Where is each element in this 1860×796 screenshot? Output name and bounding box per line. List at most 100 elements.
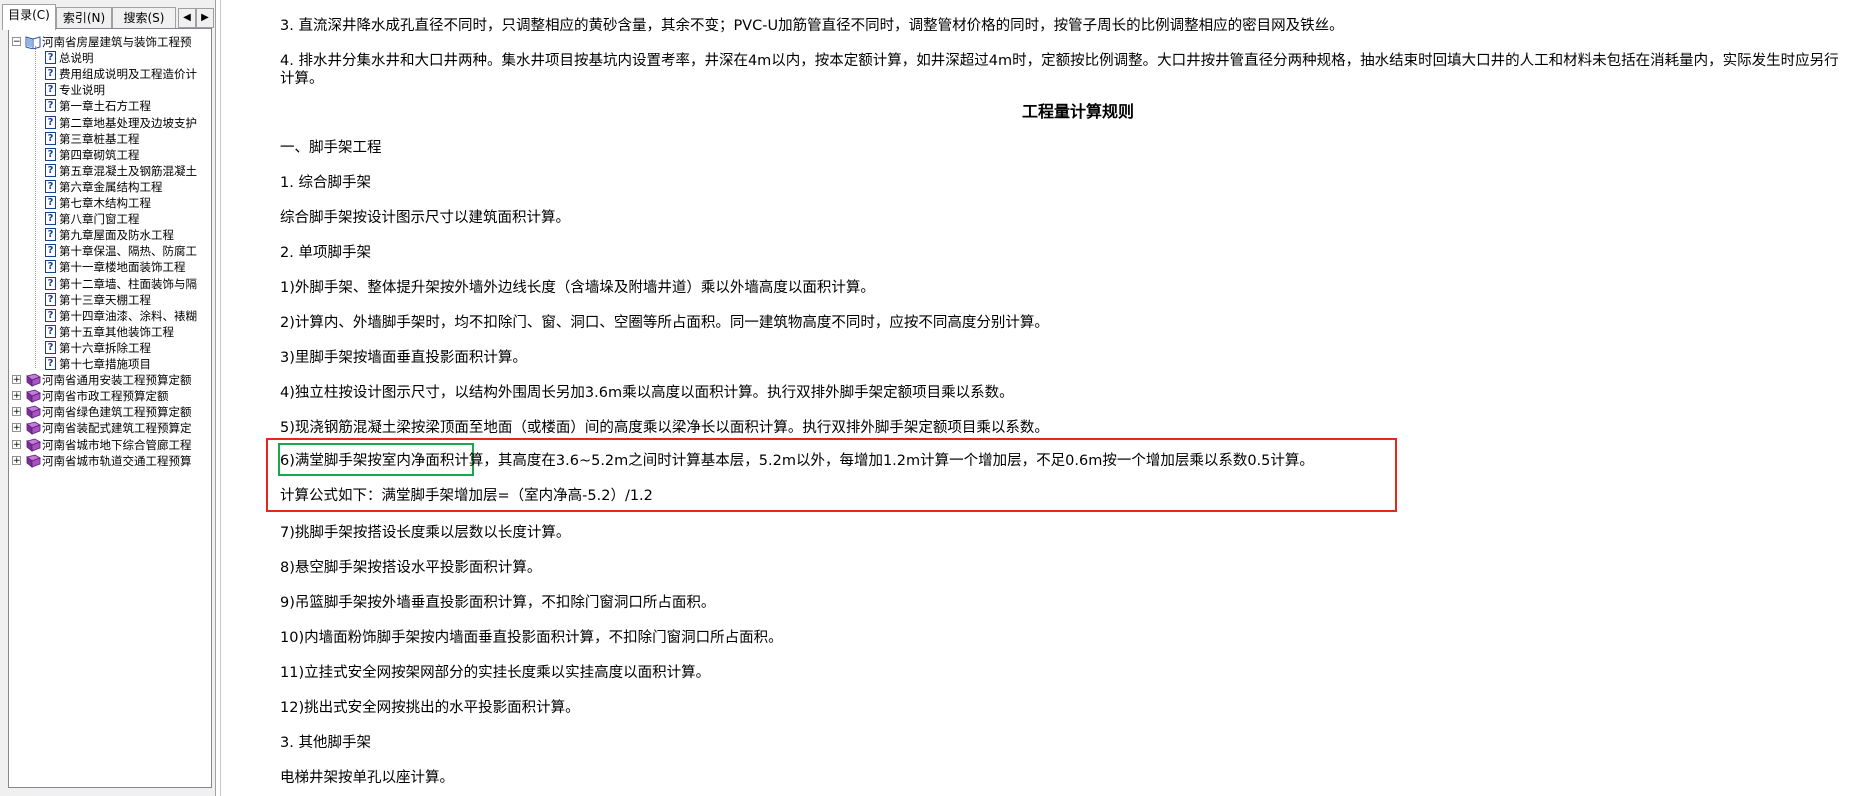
rule-6: 6)满堂脚手架按室内净面积计算，其高度在3.6~5.2m之间时计算基本层，5.2… bbox=[280, 453, 1314, 469]
tree-item-topic[interactable]: ? 第七章木结构工程 bbox=[9, 195, 211, 211]
tree-item-topic[interactable]: ? 第八章门窗工程 bbox=[9, 211, 211, 227]
help-topic-icon: ? bbox=[45, 212, 56, 226]
tree-item-book[interactable]: + 河南省装配式建筑工程预算定 bbox=[9, 420, 211, 436]
tree-item-label: 河南省市政工程预算定额 bbox=[42, 389, 169, 404]
tree-item-label: 河南省绿色建筑工程预算定额 bbox=[42, 405, 192, 420]
tree-item-label: 第十六章拆除工程 bbox=[59, 340, 151, 355]
expand-icon[interactable]: + bbox=[12, 375, 21, 385]
tree-item-topic[interactable]: ? 费用组成说明及工程造价计 bbox=[9, 66, 211, 82]
expand-icon[interactable]: + bbox=[12, 423, 21, 433]
help-topic-icon: ? bbox=[45, 67, 56, 81]
tree-item-label: 第五章混凝土及钢筋混凝土 bbox=[59, 163, 197, 178]
tree-item-book[interactable]: + 河南省城市地下综合管廊工程 bbox=[9, 437, 211, 453]
tree-item-label: 第三章桩基工程 bbox=[59, 131, 140, 146]
tab-scroll-left-icon[interactable]: ◀ bbox=[178, 8, 196, 28]
closed-book-icon bbox=[25, 389, 41, 404]
tab-search[interactable]: 搜索(S) bbox=[112, 7, 176, 29]
rule-3: 3)里脚手架按墙面垂直投影面积计算。 bbox=[280, 350, 527, 366]
tree-item-book[interactable]: + 河南省城市轨道交通工程预算 bbox=[9, 453, 211, 469]
tree-item-topic[interactable]: ? 第六章金属结构工程 bbox=[9, 179, 211, 195]
expand-icon[interactable]: + bbox=[12, 391, 21, 401]
tree-item-book[interactable]: + 河南省市政工程预算定额 bbox=[9, 388, 211, 404]
tree-item-label: 第八章门窗工程 bbox=[59, 212, 140, 227]
tree-item-topic[interactable]: ? 第二章地基处理及边坡支护 bbox=[9, 115, 211, 131]
tree-item-topic[interactable]: ? 第九章屋面及防水工程 bbox=[9, 227, 211, 243]
rule-6-formula: 计算公式如下：满堂脚手架增加层=（室内净高-5.2）/1.2 bbox=[280, 488, 653, 504]
closed-book-icon bbox=[25, 438, 41, 452]
comprehensive-scaffold-title: 1. 综合脚手架 bbox=[280, 175, 371, 191]
tree-item-label: 河南省通用安装工程预算定额 bbox=[42, 373, 192, 388]
nav-tab-strip: 目录(C) 索引(N) 搜索(S) ◀ ▶ bbox=[2, 4, 214, 30]
help-topic-icon: ? bbox=[45, 196, 56, 209]
tree-item-label: 河南省装配式建筑工程预算定 bbox=[42, 421, 192, 436]
help-topic-icon: ? bbox=[45, 308, 56, 322]
tree-item-topic[interactable]: ? 第十章保温、隔热、防腐工 bbox=[9, 243, 211, 259]
tree-item-topic[interactable]: ? 第十二章墙、柱面装饰与隔 bbox=[9, 276, 211, 292]
other-scaffold-text: 电梯井架按单孔以座计算。 bbox=[280, 770, 454, 786]
help-topic-icon: ? bbox=[45, 163, 56, 177]
tree-item-topic[interactable]: ? 第十五章其他装饰工程 bbox=[9, 324, 211, 340]
tree-item-topic[interactable]: ? 第十三章天棚工程 bbox=[9, 292, 211, 308]
tree-item-label: 河南省城市轨道交通工程预算 bbox=[42, 453, 192, 468]
tree-item-label: 第四章砌筑工程 bbox=[59, 147, 140, 162]
collapse-icon[interactable]: − bbox=[12, 37, 21, 47]
tree-item-label: 第十七章措施项目 bbox=[59, 357, 151, 371]
tree-item-root[interactable]: − 河南省房屋建筑与装饰工程预 bbox=[9, 34, 211, 50]
closed-book-icon bbox=[25, 373, 41, 387]
single-scaffold-title: 2. 单项脚手架 bbox=[280, 245, 371, 261]
topic-content: 3. 直流深井降水成孔直径不同时，只调整相应的黄砂含量，其余不变；PVC-U加筋… bbox=[228, 0, 1860, 796]
help-navigation-pane: 目录(C) 索引(N) 搜索(S) ◀ ▶ − 河南省房屋建筑与装饰工程预? 总说明… bbox=[0, 0, 216, 796]
tree-item-label: 第十一章楼地面装饰工程 bbox=[59, 260, 186, 275]
rule-11: 11)立挂式安全网按架网部分的实挂长度乘以实挂高度以面积计算。 bbox=[280, 665, 711, 681]
tree-item-label: 第十三章天棚工程 bbox=[59, 292, 151, 307]
closed-book-icon bbox=[25, 421, 41, 436]
rule-10: 10)内墙面粉饰脚手架按内墙面垂直投影面积计算，不扣除门窗洞口所占面积。 bbox=[280, 630, 783, 646]
paragraph-dewatering-3: 3. 直流深井降水成孔直径不同时，只调整相应的黄砂含量，其余不变；PVC-U加筋… bbox=[280, 18, 1344, 34]
comprehensive-scaffold-text: 综合脚手架按设计图示尺寸以建筑面积计算。 bbox=[280, 210, 570, 226]
tree-connector bbox=[35, 46, 36, 368]
help-topic-icon: ? bbox=[45, 260, 56, 274]
pane-divider[interactable] bbox=[220, 0, 221, 796]
tree-item-topic[interactable]: ? 第一章土石方工程 bbox=[9, 98, 211, 114]
section-heading: 工程量计算规则 bbox=[1021, 102, 1134, 121]
expand-icon[interactable]: + bbox=[12, 407, 21, 417]
tree-item-topic[interactable]: ? 第十四章油漆、涂料、裱糊 bbox=[9, 308, 211, 324]
tab-index[interactable]: 索引(N) bbox=[56, 7, 112, 29]
tree-item-topic[interactable]: ? 第四章砌筑工程 bbox=[9, 147, 211, 163]
tree-item-topic[interactable]: ? 第十一章楼地面装饰工程 bbox=[9, 259, 211, 275]
tab-contents[interactable]: 目录(C) bbox=[2, 4, 56, 30]
closed-book-icon bbox=[25, 454, 41, 468]
tree-item-book[interactable]: + 河南省通用安装工程预算定额 bbox=[9, 372, 211, 388]
closed-book-icon bbox=[25, 405, 41, 420]
expand-icon[interactable]: + bbox=[12, 439, 21, 449]
help-topic-icon: ? bbox=[45, 276, 56, 290]
help-topic-icon: ? bbox=[45, 115, 56, 129]
rule-8: 8)悬空脚手架按搭设水平投影面积计算。 bbox=[280, 560, 542, 576]
help-topic-icon: ? bbox=[45, 244, 56, 258]
tree-item-topic[interactable]: ? 总说明 bbox=[9, 50, 211, 66]
tree-item-label: 河南省城市地下综合管廊工程 bbox=[42, 437, 192, 452]
expand-icon[interactable]: + bbox=[12, 455, 21, 465]
help-topic-icon: ? bbox=[45, 131, 56, 145]
open-book-icon bbox=[25, 35, 41, 50]
help-topic-icon: ? bbox=[45, 99, 56, 113]
tree-item-label: 第十二章墙、柱面装饰与隔 bbox=[59, 276, 197, 291]
tree-item-topic[interactable]: ? 第五章混凝土及钢筋混凝土 bbox=[9, 163, 211, 179]
contents-tree[interactable]: − 河南省房屋建筑与装饰工程预? 总说明? 费用组成说明及工程造价计? 专业说明? 第一章… bbox=[8, 28, 212, 788]
help-topic-icon: ? bbox=[45, 324, 56, 338]
help-topic-icon: ? bbox=[45, 147, 56, 161]
rule-1: 1)外脚手架、整体提升架按外墙外边线长度（含墙垛及附墙井道）乘以外墙高度以面积计… bbox=[280, 280, 875, 296]
tree-item-topic[interactable]: ? 第十六章拆除工程 bbox=[9, 340, 211, 356]
tree-item-book[interactable]: + 河南省绿色建筑工程预算定额 bbox=[9, 404, 211, 420]
tree-item-topic[interactable]: ? 第十七章措施项目 bbox=[9, 356, 211, 372]
other-scaffold-title: 3. 其他脚手架 bbox=[280, 735, 371, 751]
rule-7: 7)挑脚手架按搭设长度乘以层数以长度计算。 bbox=[280, 525, 571, 541]
tree-item-topic[interactable]: ? 专业说明 bbox=[9, 82, 211, 98]
tree-item-label: 第二章地基处理及边坡支护 bbox=[59, 115, 197, 130]
help-topic-icon: ? bbox=[45, 228, 56, 242]
rule-2: 2)计算内、外墙脚手架时，均不扣除门、窗、洞口、空圈等所占面积。同一建筑物高度不… bbox=[280, 315, 1049, 331]
paragraph-dewatering-4: 4. 排水井分集水井和大口井两种。集水井项目按基坑内设置考率，井深在4m以内，按… bbox=[280, 53, 1839, 87]
tree-item-topic[interactable]: ? 第三章桩基工程 bbox=[9, 131, 211, 147]
tree-item-label: 费用组成说明及工程造价计 bbox=[59, 67, 197, 82]
tab-scroll-right-icon[interactable]: ▶ bbox=[196, 8, 214, 28]
